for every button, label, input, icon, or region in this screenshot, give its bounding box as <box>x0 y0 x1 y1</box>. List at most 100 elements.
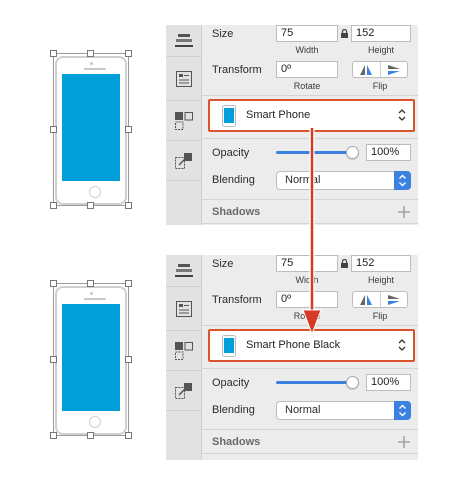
flip-control <box>352 61 408 78</box>
flip-horizontal-icon <box>360 294 373 305</box>
chevron-updown-icon <box>398 109 406 121</box>
inspector-panel-after: Size 75 152 Width Height Transform 0º Ro… <box>166 255 418 460</box>
blending-select[interactable]: Normal <box>276 171 411 190</box>
opacity-label: Opacity <box>212 377 250 389</box>
opacity-field[interactable]: 100% <box>366 374 411 391</box>
opacity-slider-track[interactable] <box>276 381 352 384</box>
rail-cell-align[interactable] <box>166 255 202 287</box>
resize-handle-bottom-right[interactable] <box>125 202 132 209</box>
resize-handle-bottom-right[interactable] <box>125 432 132 439</box>
align-icon <box>175 263 193 277</box>
shadows-section-title: Shadows <box>212 206 261 218</box>
style-icon <box>176 300 192 317</box>
chevron-updown-icon <box>398 339 406 351</box>
opacity-slider-knob[interactable] <box>346 146 359 159</box>
blending-stepper[interactable] <box>394 171 411 190</box>
resize-handle-top-right[interactable] <box>125 50 132 57</box>
divider <box>202 368 418 369</box>
rail-cell-export[interactable] <box>166 141 202 181</box>
chevron-updown-icon <box>399 174 406 187</box>
height-label: Height <box>367 275 394 285</box>
width-label: Width <box>295 45 319 55</box>
height-field[interactable]: 152 <box>351 25 411 42</box>
divider <box>202 429 418 430</box>
resize-handle-top-right[interactable] <box>125 280 132 287</box>
phone-artboard-after[interactable] <box>50 280 132 440</box>
rail-cell-style[interactable] <box>166 287 202 331</box>
transform-label: Transform <box>212 64 262 76</box>
resize-handle-top-left[interactable] <box>50 50 57 57</box>
flip-vertical-button[interactable] <box>379 62 408 77</box>
arrow-icon <box>302 128 322 336</box>
rotate-field[interactable]: 0º <box>276 61 338 78</box>
flip-vertical-icon <box>387 294 400 305</box>
symbol-name: Smart Phone <box>246 109 311 121</box>
flip-vertical-button[interactable] <box>379 292 408 307</box>
home-button <box>89 186 101 198</box>
export-icon <box>175 382 192 399</box>
inspector-rail <box>166 255 202 460</box>
opacity-field[interactable]: 100% <box>366 144 411 161</box>
resize-handle-right[interactable] <box>125 126 132 133</box>
resize-handle-bottom[interactable] <box>87 432 94 439</box>
lock-icon[interactable] <box>341 29 348 38</box>
style-icon <box>176 70 192 87</box>
rail-cell-symbol[interactable] <box>166 101 202 141</box>
height-field[interactable]: 152 <box>351 255 411 272</box>
size-label: Size <box>212 28 234 40</box>
rail-cell-align[interactable] <box>166 25 202 57</box>
plus-icon[interactable] <box>398 436 410 448</box>
transform-label: Transform <box>212 294 262 306</box>
rotate-label: Rotate <box>293 81 321 91</box>
speaker-grille <box>84 68 106 70</box>
phone-screen <box>62 304 120 411</box>
resize-handle-left[interactable] <box>50 126 57 133</box>
flip-horizontal-button[interactable] <box>353 62 380 77</box>
flip-vertical-icon <box>387 64 400 75</box>
home-button <box>89 416 101 428</box>
resize-handle-top[interactable] <box>87 280 94 287</box>
plus-icon[interactable] <box>398 206 410 218</box>
inspector-panel-before: Size 75 152 Width Height Transform 0º Ro… <box>166 25 418 225</box>
lock-icon[interactable] <box>341 259 348 268</box>
flip-horizontal-icon <box>360 64 373 75</box>
symbol-icon <box>175 111 193 130</box>
symbol-icon <box>175 341 193 360</box>
rail-cell-export[interactable] <box>166 371 202 411</box>
resize-handle-top[interactable] <box>87 50 94 57</box>
resize-handle-bottom-left[interactable] <box>50 202 57 209</box>
rail-cell-style[interactable] <box>166 57 202 101</box>
resize-handle-bottom[interactable] <box>87 202 94 209</box>
phone-screen <box>62 74 120 181</box>
divider <box>202 453 418 454</box>
blending-label: Blending <box>212 404 255 416</box>
flip-label: Flip <box>372 311 388 321</box>
phone-symbol-icon <box>222 105 236 127</box>
camera-dot <box>90 292 93 295</box>
height-label: Height <box>367 45 394 55</box>
phone-frame <box>55 56 127 205</box>
phone-symbol-icon <box>222 335 236 357</box>
blending-label: Blending <box>212 174 255 186</box>
align-icon <box>175 33 193 47</box>
inspector-rail <box>166 25 202 225</box>
flip-control <box>352 291 408 308</box>
blending-stepper[interactable] <box>394 401 411 420</box>
opacity-slider-knob[interactable] <box>346 376 359 389</box>
resize-handle-bottom-left[interactable] <box>50 432 57 439</box>
resize-handle-top-left[interactable] <box>50 280 57 287</box>
blending-select[interactable]: Normal <box>276 401 411 420</box>
shadows-section-title: Shadows <box>212 436 261 448</box>
speaker-grille <box>84 298 106 300</box>
export-icon <box>175 152 192 169</box>
resize-handle-left[interactable] <box>50 356 57 363</box>
symbol-name: Smart Phone Black <box>246 339 341 351</box>
resize-handle-right[interactable] <box>125 356 132 363</box>
rail-cell-symbol[interactable] <box>166 331 202 371</box>
chevron-updown-icon <box>399 404 406 417</box>
flip-horizontal-button[interactable] <box>353 292 380 307</box>
camera-dot <box>90 62 93 65</box>
blending-value: Normal <box>285 404 321 416</box>
phone-artboard-before[interactable] <box>50 50 132 210</box>
width-field[interactable]: 75 <box>276 25 338 42</box>
